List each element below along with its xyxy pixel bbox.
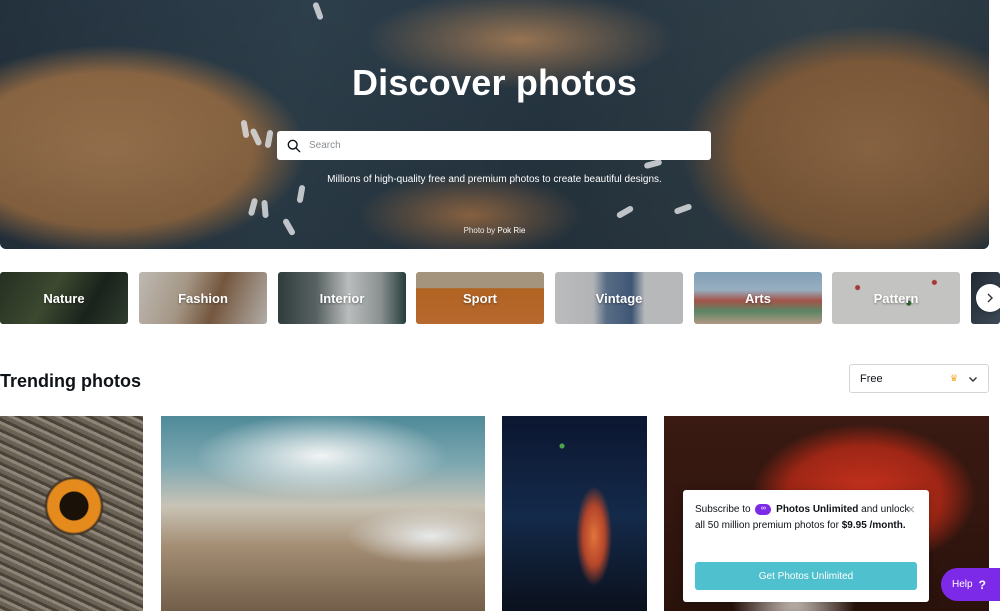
subscription-promo: Subscribe to ∞ Photos Unlimited and unlo… xyxy=(683,490,929,602)
category-arts[interactable]: Arts xyxy=(694,272,822,324)
category-interior[interactable]: Interior xyxy=(278,272,406,324)
section-title: Trending photos xyxy=(0,371,141,391)
category-fashion[interactable]: Fashion xyxy=(139,272,267,324)
hero-banner: Discover photos Millions of high-quality… xyxy=(0,0,989,249)
category-carousel: Nature Fashion Interior Sport Vintage Ar… xyxy=(0,272,1000,324)
photo-credit: Photo by Pok Rie xyxy=(0,226,989,235)
photo-singer[interactable] xyxy=(502,416,647,611)
photo-mountains[interactable] xyxy=(161,416,485,611)
category-label: Vintage xyxy=(595,290,643,306)
category-label: Nature xyxy=(43,290,85,306)
search-input[interactable] xyxy=(309,140,711,151)
help-button[interactable]: Help ? xyxy=(941,568,1000,601)
category-label: Sport xyxy=(463,290,497,306)
category-pattern[interactable]: Pattern xyxy=(832,272,960,324)
get-photos-unlimited-button[interactable]: Get Photos Unlimited xyxy=(695,562,917,590)
photo-credit-prefix: Photo by xyxy=(463,226,496,235)
promo-text-prefix: Subscribe to xyxy=(695,504,751,515)
chevron-down-icon xyxy=(969,376,977,382)
license-filter-dropdown[interactable]: Free ♛ xyxy=(849,364,989,393)
photo-owl[interactable] xyxy=(0,416,143,611)
hero-subtitle: Millions of high-quality free and premiu… xyxy=(327,174,662,185)
category-label: Arts xyxy=(744,290,771,306)
search-icon xyxy=(287,139,301,152)
promo-price: $9.95 /month. xyxy=(841,520,906,531)
category-label: Fashion xyxy=(178,290,228,306)
promo-text: Subscribe to ∞ Photos Unlimited and unlo… xyxy=(695,502,917,534)
category-label: Pattern xyxy=(873,290,919,306)
carousel-next-button[interactable] xyxy=(976,284,1000,312)
hero-title: Discover photos xyxy=(351,62,638,103)
close-icon[interactable]: × xyxy=(907,502,915,516)
category-nature[interactable]: Nature xyxy=(0,272,128,324)
infinity-icon: ∞ xyxy=(755,503,772,515)
category-vintage[interactable]: Vintage xyxy=(555,272,683,324)
photo-credit-author[interactable]: Pok Rie xyxy=(497,226,525,235)
category-label: Interior xyxy=(319,290,365,306)
question-icon: ? xyxy=(978,577,986,592)
chevron-right-icon xyxy=(987,293,993,303)
help-label: Help xyxy=(952,579,973,590)
filter-value: Free xyxy=(860,372,883,385)
crown-icon: ♛ xyxy=(949,373,958,383)
promo-brand: Photos Unlimited xyxy=(776,504,859,515)
search-bar[interactable] xyxy=(277,131,711,160)
category-sport[interactable]: Sport xyxy=(416,272,544,324)
